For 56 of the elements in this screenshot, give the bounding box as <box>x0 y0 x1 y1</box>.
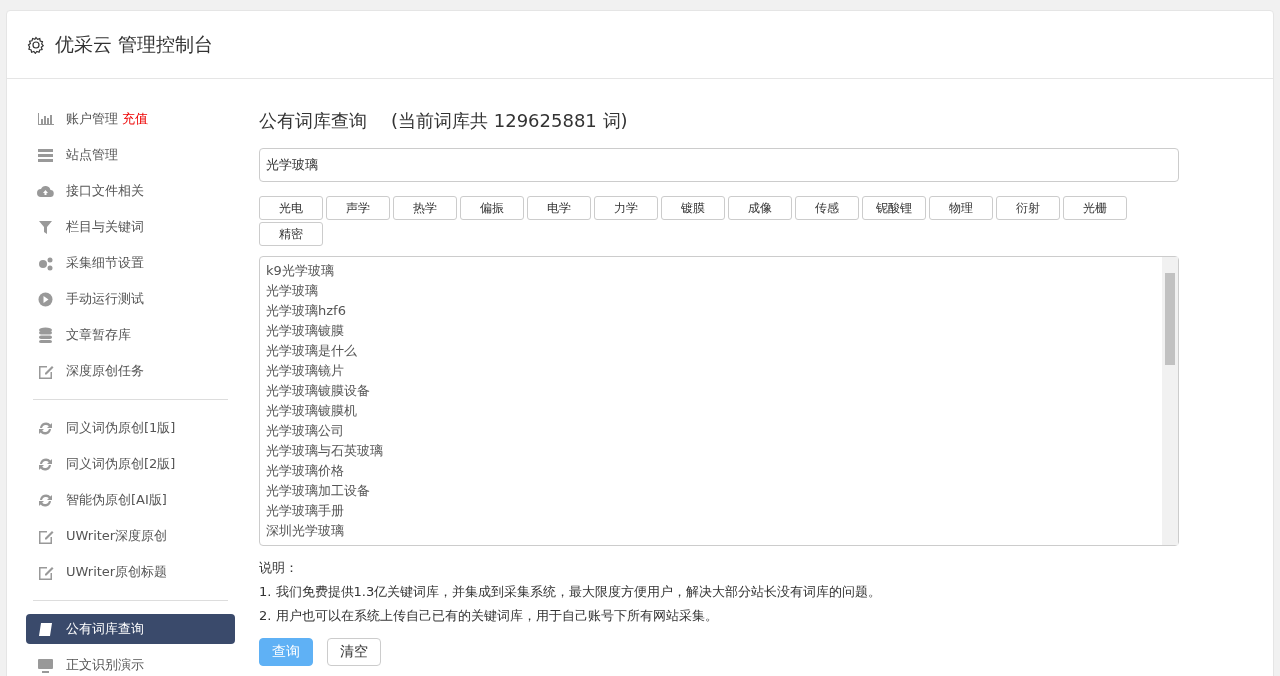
sidebar-item[interactable]: 文章暂存库 <box>26 320 235 350</box>
note-text: 2. 用户也可以在系统上传自己已有的关键词库，用于自己账号下所有网站采集。 <box>259 606 718 625</box>
sidebar-item[interactable]: 站点管理 <box>26 140 235 170</box>
result-item[interactable]: 光学玻璃 <box>266 281 318 301</box>
note-text: 1. 我们免费提供1.3亿关键词库，并集成到采集系统，最大限度方便用户，解决大部分站长没有词库的问题。 <box>259 582 882 601</box>
notes-title: 说明： <box>259 559 298 577</box>
clear-button[interactable]: 清空 <box>327 637 381 666</box>
result-item[interactable]: 光学玻璃镜片 <box>266 361 344 381</box>
tag-button[interactable]: 热学 <box>393 196 457 220</box>
tag-button[interactable]: 力学 <box>594 196 658 220</box>
tag-button[interactable]: 电学 <box>527 196 591 220</box>
sidebar-item[interactable]: 采集细节设置 <box>26 248 235 278</box>
page-title: 公有词库查询 <box>259 109 367 133</box>
word-count-note: (当前词库共 129625881 词) <box>391 109 628 133</box>
result-item[interactable]: 光学玻璃hzf6 <box>266 301 346 321</box>
tag-button[interactable]: 镀膜 <box>661 196 725 220</box>
sidebar-item[interactable]: 栏目与关键词 <box>26 212 235 242</box>
sidebar-item[interactable]: 手动运行测试 <box>26 284 235 314</box>
search-field[interactable]: 光学玻璃 <box>259 148 1179 182</box>
result-item[interactable]: 光学玻璃镀膜机 <box>266 401 357 421</box>
database-icon <box>36 325 55 345</box>
sidebar-item[interactable]: 同义词伪原创[2版] <box>26 449 235 479</box>
result-item[interactable]: 光学玻璃价格 <box>266 461 344 481</box>
tag-button[interactable]: 精密 <box>259 222 323 246</box>
scrollbar[interactable] <box>1162 257 1178 545</box>
tag-button[interactable]: 铌酸锂 <box>862 196 926 220</box>
tag-button[interactable]: 传感 <box>795 196 859 220</box>
tag-button[interactable]: 成像 <box>728 196 792 220</box>
sidebar-item[interactable]: UWriter深度原创 <box>26 521 235 551</box>
app-title: 优采云 管理控制台 <box>55 32 214 58</box>
sidebar-item[interactable]: 接口文件相关 <box>26 176 235 206</box>
result-item[interactable]: 光学玻璃公司 <box>266 421 344 441</box>
tag-button[interactable]: 物理 <box>929 196 993 220</box>
tag-button[interactable]: 衍射 <box>996 196 1060 220</box>
sidebar-item[interactable]: 公有词库查询 <box>26 614 235 644</box>
result-item[interactable]: 光学玻璃加工设备 <box>266 481 370 501</box>
tag-button[interactable]: 光电 <box>259 196 323 220</box>
result-item[interactable]: 光学玻璃镀膜 <box>266 321 344 341</box>
sidebar-item[interactable]: 账户管理 充值 <box>26 104 235 134</box>
result-item[interactable]: 光学玻璃镀膜设备 <box>266 381 370 401</box>
sidebar-item[interactable]: 智能伪原创[AI版] <box>26 485 235 515</box>
tag-button[interactable]: 偏振 <box>460 196 524 220</box>
results-list[interactable]: k9光学玻璃 光学玻璃 光学玻璃hzf6 光学玻璃镀膜 光学玻璃是什么 光学玻璃镜片 光学玻璃镀膜设备 光学玻璃镀膜机 光学玻璃公司 光学玻璃与石英玻璃 光学玻璃价格 光学玻璃加工设备 光学玻璃手册 深圳光学玻璃 <box>259 256 1179 546</box>
sidebar-item[interactable]: UWriter原创标题 <box>26 557 235 587</box>
result-item[interactable]: 光学玻璃与石英玻璃 <box>266 441 383 461</box>
sidebar-item[interactable]: 同义词伪原创[1版] <box>26 413 235 443</box>
sidebar-item[interactable]: 正文识别演示 <box>26 650 235 676</box>
result-item[interactable]: k9光学玻璃 <box>266 261 334 281</box>
result-item[interactable]: 光学玻璃手册 <box>266 501 344 521</box>
tag-button[interactable]: 声学 <box>326 196 390 220</box>
recharge-link[interactable]: 充值 <box>122 109 148 129</box>
settings-icon <box>27 35 45 54</box>
sidebar-item[interactable]: 深度原创任务 <box>26 356 235 386</box>
result-item[interactable]: 深圳光学玻璃 <box>266 521 344 541</box>
tag-button[interactable]: 光栅 <box>1063 196 1127 220</box>
result-item[interactable]: 光学玻璃是什么 <box>266 341 357 361</box>
